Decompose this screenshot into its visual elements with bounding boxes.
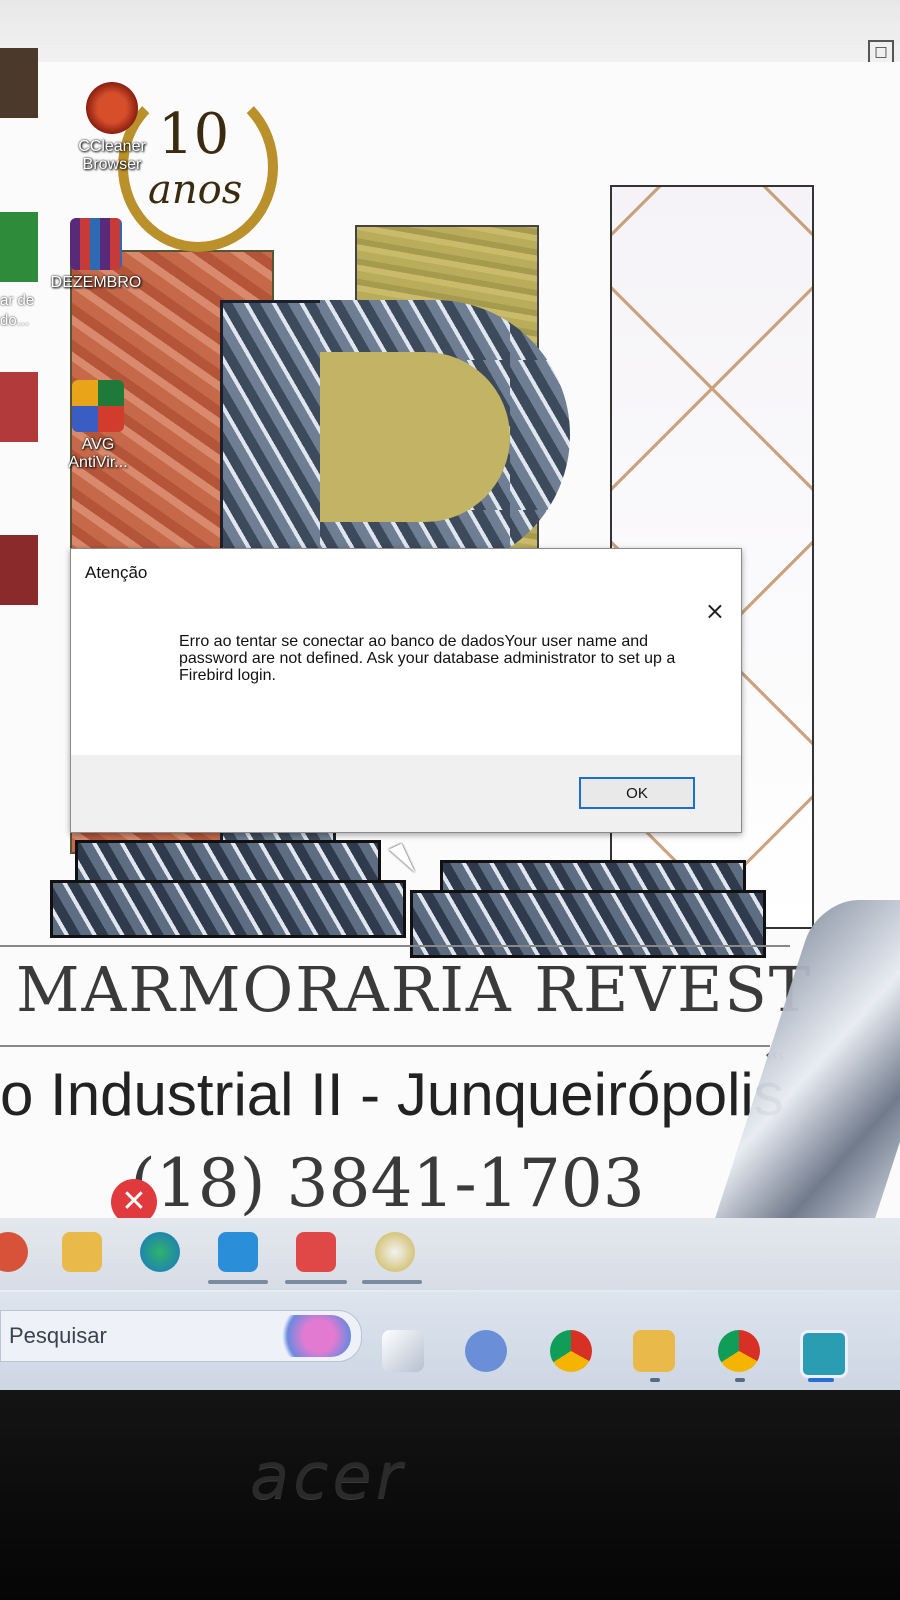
winrar-icon <box>70 218 122 270</box>
logo-base-right <box>410 890 766 958</box>
desktop-icon-label: DEZEMBRO <box>50 274 142 291</box>
search-placeholder: Pesquisar <box>9 1323 107 1348</box>
taskbar: Pesquisar <box>0 1292 900 1390</box>
active-app-icon[interactable] <box>800 1330 848 1378</box>
ccleaner-icon <box>86 82 138 134</box>
task-view-icon[interactable] <box>382 1330 424 1372</box>
desktop-icon-avg[interactable]: AVG AntiVir... <box>52 380 144 472</box>
folder-icon[interactable] <box>62 1232 102 1272</box>
laptop-bezel: acer <box>0 1390 900 1600</box>
mail-icon[interactable] <box>218 1232 258 1272</box>
chrome-profile-icon[interactable] <box>718 1330 760 1372</box>
app-icon[interactable] <box>375 1232 415 1272</box>
chrome-icon[interactable] <box>550 1330 592 1372</box>
search-box[interactable]: Pesquisar <box>0 1310 362 1362</box>
desktop-icon-label: CCleaner Browser <box>78 138 146 173</box>
browser-icon[interactable] <box>0 1232 28 1272</box>
avg-icon <box>72 380 124 432</box>
ok-button[interactable]: OK <box>579 777 695 809</box>
anydesk-icon[interactable] <box>296 1232 336 1272</box>
partial-desktop-icon[interactable] <box>0 372 38 442</box>
dialog-title: Atenção <box>85 563 148 582</box>
desktop-icon-ccleaner[interactable]: CCleaner Browser <box>66 82 158 174</box>
partial-icon-label: ar de <box>0 292 35 309</box>
anniversary-number: 10 <box>158 102 230 167</box>
meet-icon[interactable] <box>465 1330 507 1372</box>
desktop-icon-dezembro[interactable]: DEZEMBRO <box>50 218 142 292</box>
company-phone: (18) 3841-1703 <box>130 1145 645 1222</box>
partial-desktop-icon[interactable] <box>0 212 38 282</box>
partial-icon-label: do... <box>0 312 30 329</box>
partial-desktop-icon[interactable] <box>0 535 38 605</box>
brand-logo: acer <box>250 1440 407 1514</box>
error-dialog: Atenção × ✕ Erro ao tentar se conectar a… <box>70 548 742 1225</box>
file-explorer-icon[interactable] <box>633 1330 675 1372</box>
edge-icon[interactable] <box>140 1232 180 1272</box>
close-icon[interactable]: × <box>705 597 725 625</box>
error-message: Erro ao tentar se conectar ao banco de d… <box>179 633 676 684</box>
desktop-screen: □ 10 anos ar de do... CCleaner Browser D… <box>0 0 900 1390</box>
logo-base-left <box>50 880 406 938</box>
desktop-icon-label: AVG AntiVir... <box>68 436 128 471</box>
partial-desktop-icon[interactable] <box>0 48 38 118</box>
anniversary-word: anos <box>148 167 243 213</box>
dialog-title-bar: Atenção <box>71 549 741 595</box>
company-name: MARMORARIA REVEST <box>16 953 813 1026</box>
search-highlight-icon <box>271 1315 351 1357</box>
desktop-pinned-bar <box>0 1218 900 1290</box>
company-address: o Industrial II - Junqueirópolis <box>0 1061 784 1128</box>
